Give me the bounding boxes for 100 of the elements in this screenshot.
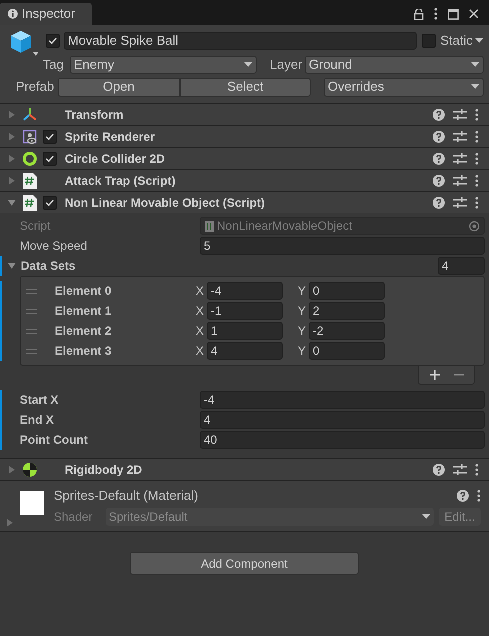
- preset-sliders-icon[interactable]: [453, 130, 467, 142]
- value-field[interactable]: 0: [309, 342, 385, 360]
- more-icon[interactable]: [475, 108, 479, 120]
- script-name: NonLinearMovableObject: [217, 218, 354, 235]
- overrides-dropdown[interactable]: Overrides: [324, 78, 484, 96]
- enabled-checkbox[interactable]: [43, 130, 57, 144]
- help-icon[interactable]: [433, 130, 445, 142]
- enabled-checkbox[interactable]: [43, 196, 57, 210]
- enabled-checkbox[interactable]: [43, 152, 57, 166]
- value-field[interactable]: 40: [200, 431, 485, 449]
- more-icon[interactable]: [475, 464, 479, 476]
- dropdown-caret-icon: [422, 514, 431, 520]
- preset-sliders-icon[interactable]: [453, 152, 467, 164]
- dropdown-caret-icon: [471, 62, 480, 68]
- list-size-field[interactable]: 4: [438, 257, 485, 275]
- dropdown-caret-icon: [471, 84, 480, 90]
- component-title: Sprite Renderer: [65, 128, 156, 146]
- script-file-icon: [23, 172, 37, 188]
- value-field[interactable]: -2: [309, 322, 385, 340]
- maximize-icon[interactable]: [448, 8, 459, 20]
- value-field[interactable]: -4: [207, 282, 283, 300]
- axis-label: Y: [298, 303, 308, 320]
- axis-label: X: [196, 323, 206, 340]
- help-icon[interactable]: [433, 174, 445, 186]
- field-label: Move Speed: [20, 238, 88, 255]
- preset-sliders-icon[interactable]: [453, 196, 467, 208]
- more-icon[interactable]: [475, 152, 479, 164]
- help-icon[interactable]: [457, 490, 469, 502]
- field-label: Layer: [270, 56, 304, 74]
- axis-label: X: [196, 283, 206, 300]
- field-label: End X: [20, 412, 56, 429]
- more-icon[interactable]: [475, 174, 479, 186]
- info-icon: [8, 9, 18, 19]
- expanded-triangle-icon[interactable]: [8, 198, 16, 206]
- component-header[interactable]: Attack Trap (Script): [0, 169, 489, 191]
- axes-icon: [22, 106, 38, 122]
- more-icon[interactable]: [475, 196, 479, 208]
- material-title: Sprites-Default (Material): [54, 487, 200, 506]
- more-icon[interactable]: [477, 490, 481, 502]
- component-header[interactable]: Transform: [0, 103, 489, 125]
- value-field[interactable]: 4: [207, 342, 283, 360]
- value-field[interactable]: 4: [200, 411, 485, 429]
- target-icon[interactable]: [469, 220, 480, 232]
- preset-sliders-icon[interactable]: [453, 464, 467, 476]
- static-checkbox[interactable]: [422, 34, 436, 48]
- component-title: Rigidbody 2D: [65, 462, 142, 478]
- value-field[interactable]: -4: [200, 391, 485, 409]
- prefab-button[interactable]: Select: [180, 78, 311, 96]
- value-field[interactable]: 0: [309, 282, 385, 300]
- component-title: Non Linear Movable Object (Script): [65, 194, 266, 212]
- list-label: Data Sets: [21, 258, 77, 275]
- script-file-icon: [205, 220, 214, 232]
- help-icon[interactable]: [433, 196, 445, 208]
- help-icon[interactable]: [433, 108, 445, 120]
- element-label: Element 3: [55, 343, 113, 360]
- value-field[interactable]: 1: [207, 322, 283, 340]
- layer-dropdown[interactable]: Ground: [305, 56, 484, 74]
- close-icon[interactable]: [469, 9, 479, 19]
- lock-icon[interactable]: [414, 8, 424, 20]
- ring-icon: [22, 150, 38, 166]
- help-icon[interactable]: [433, 152, 445, 164]
- dropdown-caret-icon: [475, 38, 484, 44]
- tag-dropdown[interactable]: Enemy: [70, 56, 257, 74]
- drag-handle-icon[interactable]: [26, 328, 37, 334]
- name-field[interactable]: Movable Spike Ball: [64, 32, 418, 50]
- value-field[interactable]: -1: [207, 302, 283, 320]
- component-title: Circle Collider 2D: [65, 150, 166, 168]
- element-label: Element 0: [55, 283, 113, 300]
- drag-handle-icon[interactable]: [26, 348, 37, 354]
- static-dropdown[interactable]: Static: [440, 30, 484, 50]
- component-header[interactable]: Rigidbody 2D: [0, 458, 489, 480]
- dropdown-caret-icon: [244, 62, 253, 68]
- element-label: Element 2: [55, 323, 113, 340]
- drag-handle-icon[interactable]: [26, 288, 37, 294]
- material-preview: [20, 491, 44, 515]
- inspector-tab[interactable]: Inspector: [0, 3, 92, 25]
- more-icon[interactable]: [475, 130, 479, 142]
- help-icon[interactable]: [433, 464, 445, 476]
- more-icon[interactable]: [434, 8, 438, 20]
- prefab-button[interactable]: Open: [58, 78, 180, 96]
- rigidbody-ball-icon: [22, 462, 38, 478]
- value-field[interactable]: 2: [309, 302, 385, 320]
- preset-sliders-icon[interactable]: [453, 108, 467, 120]
- field-label: Point Count: [20, 432, 89, 449]
- sprite-renderer-icon: [22, 128, 38, 144]
- add-component-button[interactable]: Add Component: [130, 552, 359, 575]
- preset-sliders-icon[interactable]: [453, 174, 467, 186]
- field-label: Script: [20, 218, 52, 235]
- field-label: Shader: [54, 509, 94, 526]
- add-icon[interactable]: [430, 370, 440, 380]
- component-header[interactable]: Non Linear Movable Object (Script): [0, 191, 489, 213]
- active-checkbox[interactable]: [46, 34, 60, 48]
- check-icon: [45, 154, 55, 164]
- drag-handle-icon[interactable]: [26, 308, 37, 314]
- element-label: Element 1: [55, 303, 113, 320]
- value-field[interactable]: 5: [200, 237, 485, 255]
- component-header[interactable]: Circle Collider 2D: [0, 147, 489, 169]
- field-label: Tag: [43, 56, 65, 74]
- expanded-triangle-icon[interactable]: [8, 262, 16, 270]
- component-header[interactable]: Sprite Renderer: [0, 125, 489, 147]
